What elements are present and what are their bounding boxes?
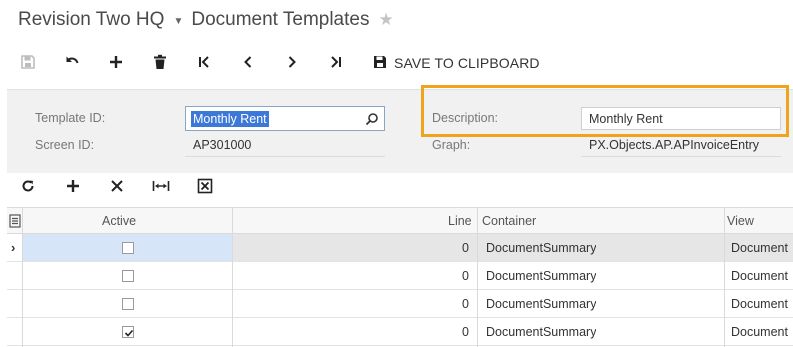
container-cell[interactable]: DocumentSummary bbox=[486, 234, 596, 262]
first-record-icon[interactable] bbox=[192, 50, 216, 74]
column-divider bbox=[22, 207, 23, 347]
column-active[interactable]: Active bbox=[102, 208, 136, 235]
previous-record-icon[interactable] bbox=[236, 50, 260, 74]
grid-header: Active Line Container View bbox=[7, 207, 793, 234]
view-cell[interactable]: Document bbox=[731, 262, 793, 290]
page-title: Document Templates bbox=[191, 9, 370, 30]
company-name[interactable]: Revision Two HQ bbox=[18, 9, 164, 31]
table-row[interactable]: › 0 DocumentSummary Document bbox=[7, 234, 793, 262]
add-icon[interactable] bbox=[104, 50, 128, 74]
star-icon[interactable]: ★ bbox=[378, 10, 393, 30]
column-view[interactable]: View bbox=[727, 208, 754, 235]
next-record-icon[interactable] bbox=[280, 50, 304, 74]
template-id-field[interactable]: Monthly Rent bbox=[185, 106, 385, 131]
highlight-annotation bbox=[421, 85, 789, 137]
line-cell[interactable]: 0 bbox=[307, 318, 469, 346]
active-checkbox[interactable] bbox=[122, 326, 134, 338]
grid-delete-icon[interactable] bbox=[106, 175, 128, 197]
column-container[interactable]: Container bbox=[482, 208, 536, 235]
last-record-icon[interactable] bbox=[324, 50, 348, 74]
refresh-icon[interactable] bbox=[17, 175, 39, 197]
line-cell[interactable]: 0 bbox=[307, 262, 469, 290]
save-to-clipboard-button[interactable]: SAVE TO CLIPBOARD bbox=[394, 55, 540, 71]
active-checkbox[interactable] bbox=[122, 270, 134, 282]
screen-id-value: AP301000 bbox=[193, 138, 252, 152]
graph-label: Graph: bbox=[432, 138, 471, 152]
view-cell[interactable]: Document bbox=[731, 318, 793, 346]
current-row-icon: › bbox=[11, 240, 16, 255]
column-line[interactable]: Line bbox=[448, 208, 472, 235]
fit-columns-icon[interactable] bbox=[150, 175, 172, 197]
delete-icon[interactable] bbox=[148, 50, 172, 74]
undo-icon[interactable] bbox=[60, 50, 84, 74]
screen-id-label: Screen ID: bbox=[35, 138, 95, 152]
table-row[interactable]: 0 DocumentSummary Document bbox=[7, 262, 793, 290]
container-cell[interactable]: DocumentSummary bbox=[486, 262, 596, 290]
save-icon[interactable] bbox=[16, 50, 40, 74]
column-divider bbox=[232, 207, 233, 347]
template-id-label: Template ID: bbox=[35, 111, 106, 125]
container-cell[interactable]: DocumentSummary bbox=[486, 318, 596, 346]
page-header: Revision Two HQ ▼ Document Templates ★ bbox=[18, 8, 394, 32]
container-cell[interactable]: DocumentSummary bbox=[486, 290, 596, 318]
template-id-value: Monthly Rent bbox=[191, 111, 269, 127]
line-cell[interactable]: 0 bbox=[307, 234, 469, 262]
export-excel-icon[interactable] bbox=[194, 175, 216, 197]
view-cell[interactable]: Document bbox=[731, 290, 793, 318]
search-icon[interactable] bbox=[365, 112, 379, 131]
table-row[interactable]: 0 DocumentSummary Document bbox=[7, 290, 793, 318]
active-checkbox[interactable] bbox=[122, 242, 134, 254]
column-divider bbox=[477, 207, 478, 347]
chevron-down-icon[interactable]: ▼ bbox=[173, 16, 183, 27]
grid-add-icon[interactable] bbox=[62, 175, 84, 197]
graph-value: PX.Objects.AP.APInvoiceEntry bbox=[589, 138, 759, 152]
line-cell[interactable]: 0 bbox=[307, 290, 469, 318]
active-checkbox[interactable] bbox=[122, 298, 134, 310]
table-row[interactable]: 0 DocumentSummary Document bbox=[7, 318, 793, 346]
screen-id-underline bbox=[185, 156, 385, 157]
row-selector-icon[interactable] bbox=[9, 214, 21, 233]
clipboard-save-icon[interactable] bbox=[368, 50, 392, 74]
view-cell[interactable]: Document bbox=[731, 234, 793, 262]
column-divider bbox=[724, 207, 725, 347]
graph-underline bbox=[581, 156, 781, 157]
